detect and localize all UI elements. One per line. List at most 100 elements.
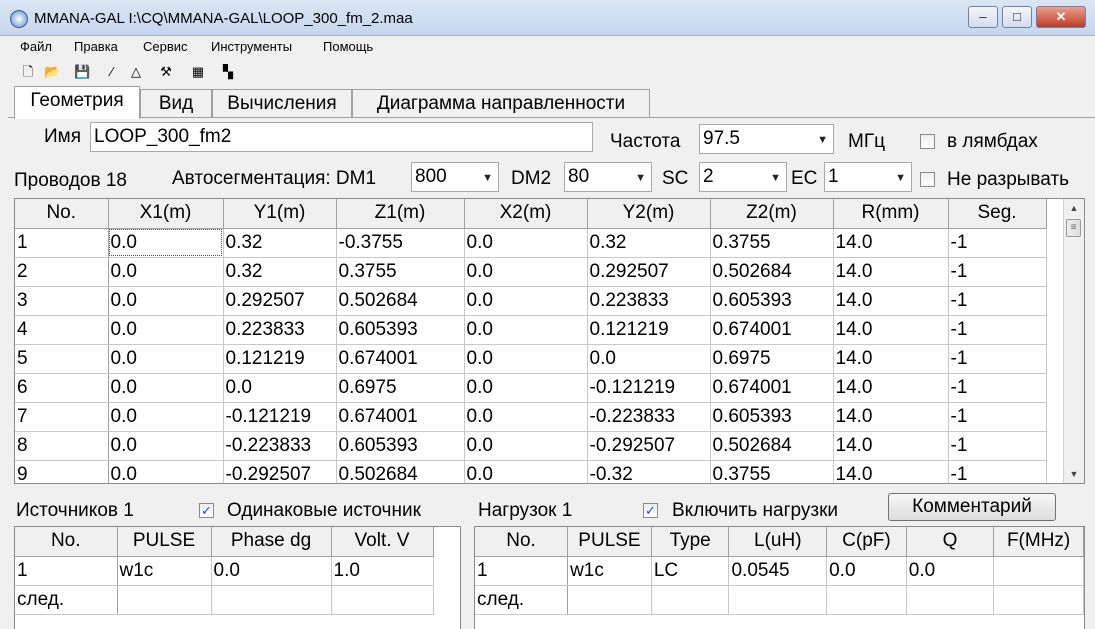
tab-calculations[interactable]: Вычисления <box>212 89 352 119</box>
wire-cell[interactable]: -1 <box>948 315 1047 345</box>
save-icon[interactable]: 💾 <box>74 64 90 80</box>
wire-column-header[interactable]: Y1(m) <box>223 199 337 229</box>
wire-cell[interactable]: -1 <box>948 344 1047 374</box>
wire-cell[interactable]: -1 <box>948 257 1047 287</box>
ec-combo[interactable]: 1 ▼ <box>824 162 912 192</box>
wire-cell[interactable]: 0.0 <box>464 228 588 258</box>
wire-cell[interactable]: 14.0 <box>833 402 949 432</box>
wire-cell[interactable]: 0.3755 <box>336 257 465 287</box>
wire-cell[interactable]: -0.3755 <box>336 228 465 258</box>
no-break-checkbox[interactable] <box>920 172 935 187</box>
wire-cell[interactable]: 0.32 <box>223 257 337 287</box>
load-cell[interactable] <box>728 585 828 615</box>
wire-cell[interactable]: -1 <box>948 228 1047 258</box>
load-cell[interactable] <box>906 585 995 615</box>
source-cell[interactable] <box>331 585 434 615</box>
wire-cell[interactable]: 14.0 <box>833 431 949 461</box>
source-column-header[interactable]: Phase dg <box>211 527 332 557</box>
wire-cell[interactable]: 0.502684 <box>336 460 465 483</box>
load-cell[interactable] <box>993 556 1084 586</box>
wire-cell[interactable]: -1 <box>948 286 1047 316</box>
load-column-header[interactable]: L(uH) <box>728 527 828 557</box>
wire-cell[interactable]: 0.292507 <box>587 257 711 287</box>
menu-edit[interactable]: Правка <box>74 39 118 54</box>
load-cell[interactable]: 0.0545 <box>728 556 828 586</box>
source-column-header[interactable]: PULSE <box>117 527 212 557</box>
wire-cell[interactable]: 0.0 <box>464 402 588 432</box>
menu-tools[interactable]: Инструменты <box>211 39 292 54</box>
scroll-thumb[interactable]: ≡ <box>1066 219 1081 237</box>
wire-cell[interactable]: 14.0 <box>833 373 949 403</box>
wire-cell[interactable]: 0.502684 <box>336 286 465 316</box>
wire-column-header[interactable]: Z1(m) <box>336 199 465 229</box>
menu-help[interactable]: Помощь <box>323 39 373 54</box>
plugin-icon[interactable]: ▚ <box>220 64 236 80</box>
wire-cell[interactable]: 0.502684 <box>710 257 834 287</box>
wire-cell[interactable]: 0.674001 <box>336 402 465 432</box>
wire-cell[interactable]: -1 <box>948 373 1047 403</box>
wire-cell[interactable]: -0.121219 <box>223 402 337 432</box>
tab-pattern[interactable]: Диаграмма направленности <box>352 89 650 119</box>
load-cell[interactable]: 0.0 <box>906 556 995 586</box>
frequency-combo[interactable]: 97.5 ▼ <box>699 124 834 154</box>
load-cell[interactable]: LC <box>651 556 730 586</box>
wire-cell[interactable]: -1 <box>948 402 1047 432</box>
dm2-combo[interactable]: 80 ▼ <box>564 162 652 192</box>
load-cell[interactable] <box>993 585 1084 615</box>
wire-cell[interactable]: 0.674001 <box>710 315 834 345</box>
minimize-button[interactable]: ‒ <box>968 6 998 28</box>
close-button[interactable]: ✕ <box>1036 6 1086 28</box>
wire-cell[interactable]: 14.0 <box>833 257 949 287</box>
source-cell[interactable]: w1c <box>117 556 212 586</box>
wire-cell[interactable]: -0.292507 <box>587 431 711 461</box>
source-next-label[interactable]: след. <box>15 585 118 615</box>
wire-column-header[interactable]: No. <box>15 199 109 229</box>
tools-icon[interactable]: ⚒ <box>158 64 174 80</box>
source-column-header[interactable]: Volt. V <box>331 527 434 557</box>
wire-cell[interactable]: 0.502684 <box>710 431 834 461</box>
load-cell[interactable]: 0.0 <box>826 556 907 586</box>
wire-column-header[interactable]: X2(m) <box>464 199 588 229</box>
enable-loads-checkbox[interactable]: ✓ <box>643 503 658 518</box>
wire-cell[interactable]: 0.6975 <box>710 344 834 374</box>
load-cell[interactable] <box>826 585 907 615</box>
wire-cell[interactable]: -1 <box>948 431 1047 461</box>
wire-cell[interactable]: 0.3755 <box>710 228 834 258</box>
wire-cell[interactable]: 0.0 <box>108 286 224 316</box>
wire-cell[interactable]: -0.223833 <box>587 402 711 432</box>
wire-cell[interactable]: 0.223833 <box>587 286 711 316</box>
wire-column-header[interactable]: Z2(m) <box>710 199 834 229</box>
wire-cell[interactable]: 0.0 <box>108 460 224 483</box>
load-column-header[interactable]: F(MHz) <box>993 527 1084 557</box>
wire-cell[interactable]: 0.0 <box>108 228 224 258</box>
wire-cell[interactable]: 14.0 <box>833 228 949 258</box>
wire-cell[interactable]: 14.0 <box>833 460 949 483</box>
load-column-header[interactable]: Q <box>906 527 995 557</box>
source-column-header[interactable]: No. <box>15 527 118 557</box>
wire-cell[interactable]: 0.0 <box>464 257 588 287</box>
wire-cell[interactable]: -1 <box>948 460 1047 483</box>
wire-cell[interactable]: 0.605393 <box>336 431 465 461</box>
maximize-button[interactable]: □ <box>1002 6 1032 28</box>
menu-service[interactable]: Сервис <box>143 39 188 54</box>
wire-cell[interactable]: 0.0 <box>108 402 224 432</box>
load-column-header[interactable]: PULSE <box>567 527 652 557</box>
wire-cell[interactable]: 0.121219 <box>587 315 711 345</box>
wire-cell[interactable]: 0.32 <box>587 228 711 258</box>
dm1-combo[interactable]: 800 ▼ <box>411 162 499 192</box>
wire-cell[interactable]: 0.605393 <box>336 315 465 345</box>
wire-cell[interactable]: -0.121219 <box>587 373 711 403</box>
wire-cell[interactable]: -0.32 <box>587 460 711 483</box>
comment-button[interactable]: Комментарий <box>888 493 1056 521</box>
wire-cell[interactable]: 0.0 <box>464 344 588 374</box>
wire-cell[interactable]: 14.0 <box>833 344 949 374</box>
wire-cell[interactable]: 0.605393 <box>710 286 834 316</box>
menu-file[interactable]: Файл <box>20 39 52 54</box>
scroll-up-arrow-icon[interactable]: ▲ <box>1064 199 1084 217</box>
wire-cell[interactable]: 14.0 <box>833 315 949 345</box>
load-cell[interactable] <box>567 585 652 615</box>
wire-cell[interactable]: 0.32 <box>223 228 337 258</box>
calculator-icon[interactable]: ▦ <box>190 64 206 80</box>
wire-cell[interactable]: 0.0 <box>464 373 588 403</box>
load-column-header[interactable]: No. <box>475 527 569 557</box>
